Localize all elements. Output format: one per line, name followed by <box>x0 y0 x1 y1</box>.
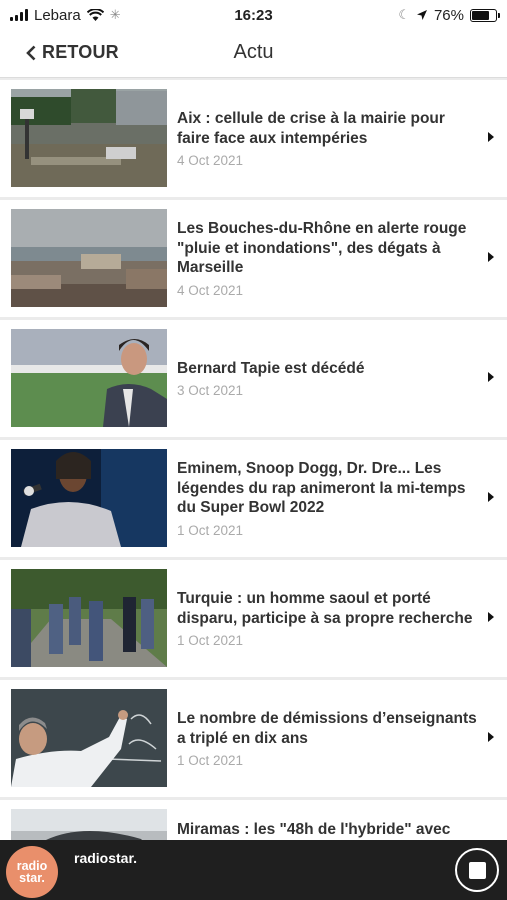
article-text: Bernard Tapie est décédé 3 Oct 2021 <box>177 320 477 437</box>
stop-icon <box>468 861 486 879</box>
flooded-street-thumbnail <box>11 89 167 187</box>
article-date: 1 Oct 2021 <box>177 522 244 538</box>
article-title: Aix : cellule de crise à la mairie pour … <box>177 110 445 147</box>
article-date: 1 Oct 2021 <box>177 753 244 768</box>
car-thumbnail <box>11 809 167 840</box>
article-date: 4 Oct 2021 <box>177 282 244 298</box>
article-title: Eminem, Snoop Dogg, Dr. Dre... Les légen… <box>177 460 466 517</box>
chevron-right-icon <box>488 612 494 622</box>
chevron-right-icon <box>488 492 494 502</box>
search-party-thumbnail <box>11 569 167 667</box>
article-item[interactable]: Turquie : un homme saoul et porté dispar… <box>0 560 507 677</box>
radiostar-logo: radio star. <box>6 846 58 898</box>
article-title: Turquie : un homme saoul et porté dispar… <box>177 590 473 627</box>
chevron-left-icon <box>26 45 36 60</box>
marseille-harbor-thumbnail <box>11 209 167 307</box>
article-title: Les Bouches-du-Rhône en alerte rouge "pl… <box>177 220 467 277</box>
logo-line-2: star. <box>19 871 45 885</box>
battery-percent: 76% <box>433 6 464 24</box>
article-text: Aix : cellule de crise à la mairie pour … <box>177 80 477 197</box>
article-title: Le nombre de démissions d’enseignants a … <box>177 710 477 747</box>
article-item[interactable]: Eminem, Snoop Dogg, Dr. Dre... Les légen… <box>0 440 507 557</box>
article-title: Bernard Tapie est décédé <box>177 359 365 377</box>
status-left: Lebara ✳ <box>10 7 121 24</box>
article-text: Miramas : les "48h de l'hybride" avec <box>177 800 477 840</box>
chevron-right-icon <box>488 372 494 382</box>
rapper-thumbnail <box>11 449 167 547</box>
teacher-blackboard-thumbnail <box>11 689 167 787</box>
chevron-right-icon <box>488 132 494 142</box>
battery-icon <box>470 8 500 22</box>
status-right: ☾ 76% <box>398 6 500 24</box>
article-text: Turquie : un homme saoul et porté dispar… <box>177 560 477 677</box>
article-date: 4 Oct 2021 <box>177 153 244 168</box>
article-text: Eminem, Snoop Dogg, Dr. Dre... Les légen… <box>177 440 477 557</box>
article-date: 3 Oct 2021 <box>177 383 244 399</box>
back-button-label: RETOUR <box>42 42 119 62</box>
back-button[interactable]: RETOUR <box>26 42 119 63</box>
moon-icon: ☾ <box>398 7 410 22</box>
article-item[interactable]: Le nombre de démissions d’enseignants a … <box>0 680 507 797</box>
chevron-right-icon <box>488 252 494 262</box>
article-date: 1 Oct 2021 <box>177 633 244 648</box>
article-item[interactable]: Miramas : les "48h de l'hybride" avec <box>0 800 507 840</box>
article-text: Les Bouches-du-Rhône en alerte rouge "pl… <box>177 200 477 317</box>
radio-player-bar: radio star. radiostar. <box>0 840 507 900</box>
carrier-name: Lebara <box>34 6 81 24</box>
battery-fill <box>472 10 490 20</box>
stop-button[interactable] <box>455 848 499 892</box>
station-name: radiostar. <box>74 850 138 866</box>
signal-icon <box>10 9 28 21</box>
wifi-icon <box>86 9 104 21</box>
article-list[interactable]: Aix : cellule de crise à la mairie pour … <box>0 80 507 840</box>
article-item[interactable]: Bernard Tapie est décédé 3 Oct 2021 <box>0 320 507 437</box>
status-bar: Lebara ✳ 16:23 ☾ 76% <box>0 0 507 30</box>
article-item[interactable]: Les Bouches-du-Rhône en alerte rouge "pl… <box>0 200 507 317</box>
activity-spinner-icon: ✳ <box>109 7 121 22</box>
nav-bar: RETOUR Actu <box>0 30 507 78</box>
article-title: Miramas : les "48h de l'hybride" avec <box>177 821 451 838</box>
location-arrow-icon <box>416 10 427 20</box>
article-item[interactable]: Aix : cellule de crise à la mairie pour … <box>0 80 507 197</box>
article-text: Le nombre de démissions d’enseignants a … <box>177 680 477 797</box>
chevron-right-icon <box>488 732 494 742</box>
man-in-suit-thumbnail <box>11 329 167 427</box>
